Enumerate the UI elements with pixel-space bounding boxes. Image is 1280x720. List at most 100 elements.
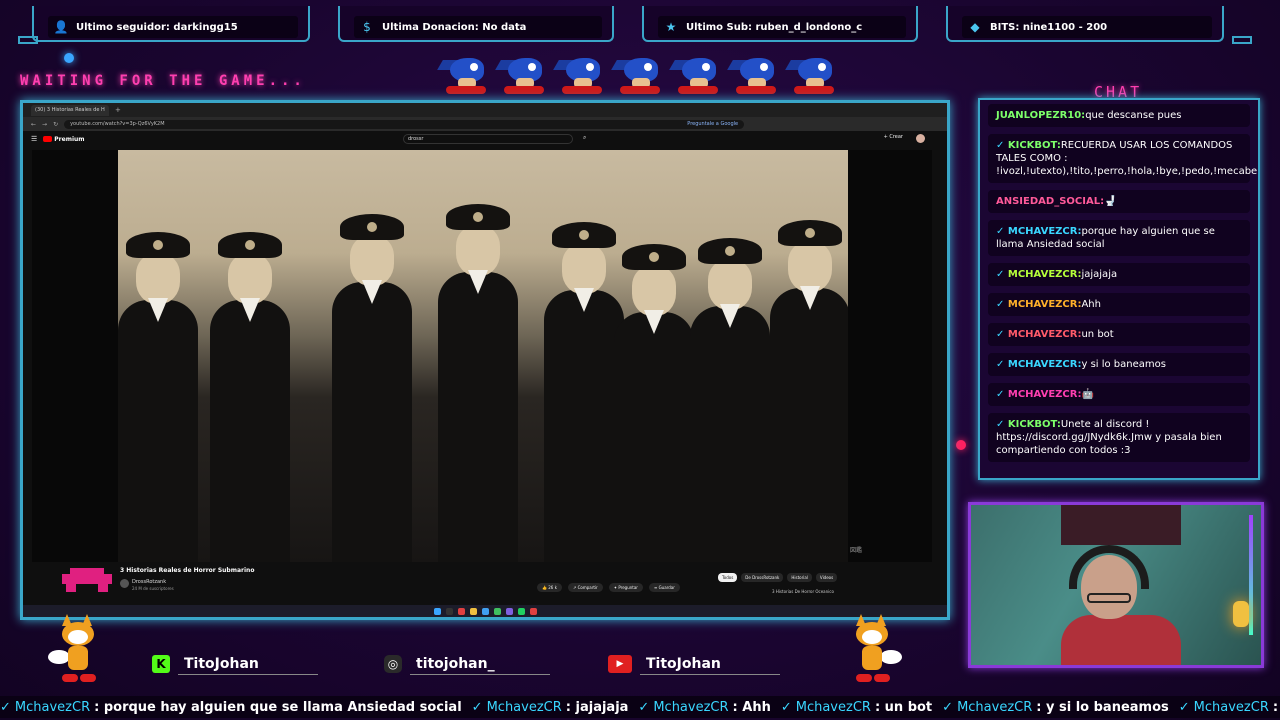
follower-stat-bar: 👤 Ultimo seguidor: darkingg15 (32, 6, 310, 42)
search-icon[interactable]: ⌕ (583, 134, 586, 142)
officer-figure (210, 232, 290, 562)
chat-message: ✓ MCHAVEZCR:porque hay alguien que se ll… (988, 220, 1250, 256)
video-info-panel: 3 Historias Reales de Horror Submarino D… (32, 563, 932, 607)
ticker-text: : porque hay alguien que se llama Ansied… (94, 699, 462, 715)
forward-icon[interactable]: → (42, 121, 47, 128)
taskbar-app-icon[interactable] (505, 607, 513, 615)
bits-stat-bar: ◆ BITS: nine1100 - 200 (946, 6, 1224, 42)
officer-figure (544, 222, 624, 562)
like-button[interactable]: 👍 26 k (537, 583, 562, 592)
browser-address-row: ← → ↻ youtube.com/watch?v=3p-Qz6VyK2M Pr… (23, 117, 947, 131)
search-query: drossr (408, 136, 424, 142)
check-icon: ✓ (471, 699, 483, 715)
reload-icon[interactable]: ↻ (53, 121, 58, 128)
check-icon: ✓ (996, 299, 1008, 310)
glasses (1087, 593, 1131, 603)
chat-username: MCHAVEZCR: (1007, 269, 1082, 280)
taskbar-app-icon[interactable] (517, 607, 525, 615)
chip-all[interactable]: Todos (718, 573, 738, 582)
video-frame-officers-photo (118, 150, 848, 562)
ticker-item: ✓ MchavezCR: un bot (781, 700, 932, 715)
chat-message: JUANLOPEZR10:que descanse pues (988, 104, 1250, 127)
taskbar-app-icon[interactable] (457, 607, 465, 615)
browser-tab[interactable]: (30) 3 Historias Reales de H (31, 104, 109, 116)
chip-history[interactable]: Historial (787, 573, 812, 582)
related-filter-chips: Todos De DrossRotzank Historial Videos (718, 573, 838, 582)
chat-username: MCHAVEZCR: (1007, 389, 1082, 400)
tails-sprite-right (842, 612, 902, 692)
check-icon: ✓ (0, 699, 11, 715)
chat-text: 🤖 (1081, 389, 1094, 400)
ticker-text: : (1272, 699, 1279, 715)
windows-start-icon[interactable] (433, 607, 441, 615)
tails-sprite-left (48, 612, 108, 692)
chat-text: que descanse pues (1085, 110, 1182, 121)
youtube-username: TitoJohan (640, 654, 780, 675)
taskbar-app-icon[interactable] (481, 607, 489, 615)
kick-username: TitoJohan (178, 654, 318, 675)
taskbar-app-icon[interactable] (529, 607, 537, 615)
create-button[interactable]: + Crear (884, 134, 903, 140)
chat-message: ✓ KICKBOT:RECUERDA USAR LOS COMANDOS TAL… (988, 134, 1258, 183)
sonic-sprite (437, 54, 492, 96)
ticker-username: MchavezCR (486, 699, 562, 715)
ticker-item: ✓ MchavezCR: (1179, 700, 1278, 715)
back-icon[interactable]: ← (31, 121, 36, 128)
menu-icon[interactable]: ☰ (31, 135, 37, 143)
channel-name[interactable]: DrossRotzank (132, 579, 166, 585)
chat-ticker: ✓ MchavezCR: porque hay alguien que se ll… (0, 696, 1280, 718)
new-tab-icon[interactable]: + (115, 106, 121, 114)
ask-google-button[interactable]: Preguntale a Google (687, 121, 738, 127)
glow-dot (64, 53, 74, 63)
social-youtube[interactable]: ▶ TitoJohan (608, 652, 780, 676)
chat-message: ✓ MCHAVEZCR:🤖 (988, 383, 1250, 406)
related-video-title[interactable]: 3 Historias De Horror Oceanico (772, 589, 834, 594)
check-icon: ✓ (780, 699, 792, 715)
youtube-logo[interactable]: Premium (43, 136, 85, 143)
chip-videos[interactable]: Videos (815, 573, 838, 582)
chip-channel[interactable]: De DrossRotzank (741, 573, 784, 582)
chat-username: MCHAVEZCR: (1007, 299, 1082, 310)
ask-button[interactable]: ✦ Preguntar (608, 583, 643, 592)
share-button[interactable]: ↗ Compartir (567, 583, 603, 592)
check-icon: ✓ (996, 226, 1008, 237)
check-icon: ✓ (996, 419, 1008, 430)
video-player[interactable]: 図鑑 (32, 150, 932, 562)
chat-message: ✓ MCHAVEZCR:Ahh (988, 293, 1250, 316)
save-button[interactable]: ≡ Guardar (648, 583, 680, 592)
url-text: youtube.com/watch?v=3p-Qz6VyK2M (70, 121, 165, 127)
game-capture-frame: (30) 3 Historias Reales de H + ← → ↻ you… (20, 100, 950, 620)
instagram-icon: ◎ (384, 655, 402, 673)
ticker-item: ✓ MchavezCR: jajajaja (472, 700, 629, 715)
star-icon: ★ (665, 20, 677, 34)
donation-stat-bar: $ Ultima Donacion: No data (338, 6, 614, 42)
check-icon: ✓ (638, 699, 650, 715)
sub-stat-bar: ★ Ultimo Sub: ruben_d_londono_c (642, 6, 918, 42)
instagram-username: titojohan_ (410, 654, 550, 675)
chat-message: ✓ MCHAVEZCR:un bot (988, 323, 1250, 346)
sonic-sprite (495, 54, 550, 96)
sonic-sprite (727, 54, 782, 96)
sonic-sprite (669, 54, 724, 96)
subscriber-count: 24 M de suscriptores (132, 586, 174, 591)
url-bar[interactable]: youtube.com/watch?v=3p-Qz6VyK2M Pregunta… (64, 119, 745, 129)
chat-message: ✓ MCHAVEZCR:y si lo baneamos (988, 353, 1250, 376)
avatar[interactable] (916, 134, 925, 143)
officer-figure (690, 238, 770, 562)
sonic-sprite-row (437, 54, 840, 96)
channel-avatar[interactable] (120, 579, 129, 588)
waiting-banner: WAITING FOR THE GAME... (20, 73, 306, 89)
bits-stat-text: BITS: nine1100 - 200 (990, 21, 1108, 33)
taskbar-app-icon[interactable] (469, 607, 477, 615)
taskbar-app-icon[interactable] (445, 607, 453, 615)
os-taskbar (23, 605, 947, 617)
chat-username: KICKBOT: (1007, 140, 1061, 151)
check-icon: ✓ (996, 389, 1008, 400)
chat-text: Ahh (1081, 299, 1101, 310)
youtube-search-input[interactable]: drossr (403, 134, 573, 144)
chat-text: 🚽 (1104, 196, 1117, 207)
social-kick[interactable]: K TitoJohan (152, 652, 318, 676)
check-icon: ✓ (996, 269, 1008, 280)
taskbar-app-icon[interactable] (493, 607, 501, 615)
social-instagram[interactable]: ◎ titojohan_ (384, 652, 550, 676)
